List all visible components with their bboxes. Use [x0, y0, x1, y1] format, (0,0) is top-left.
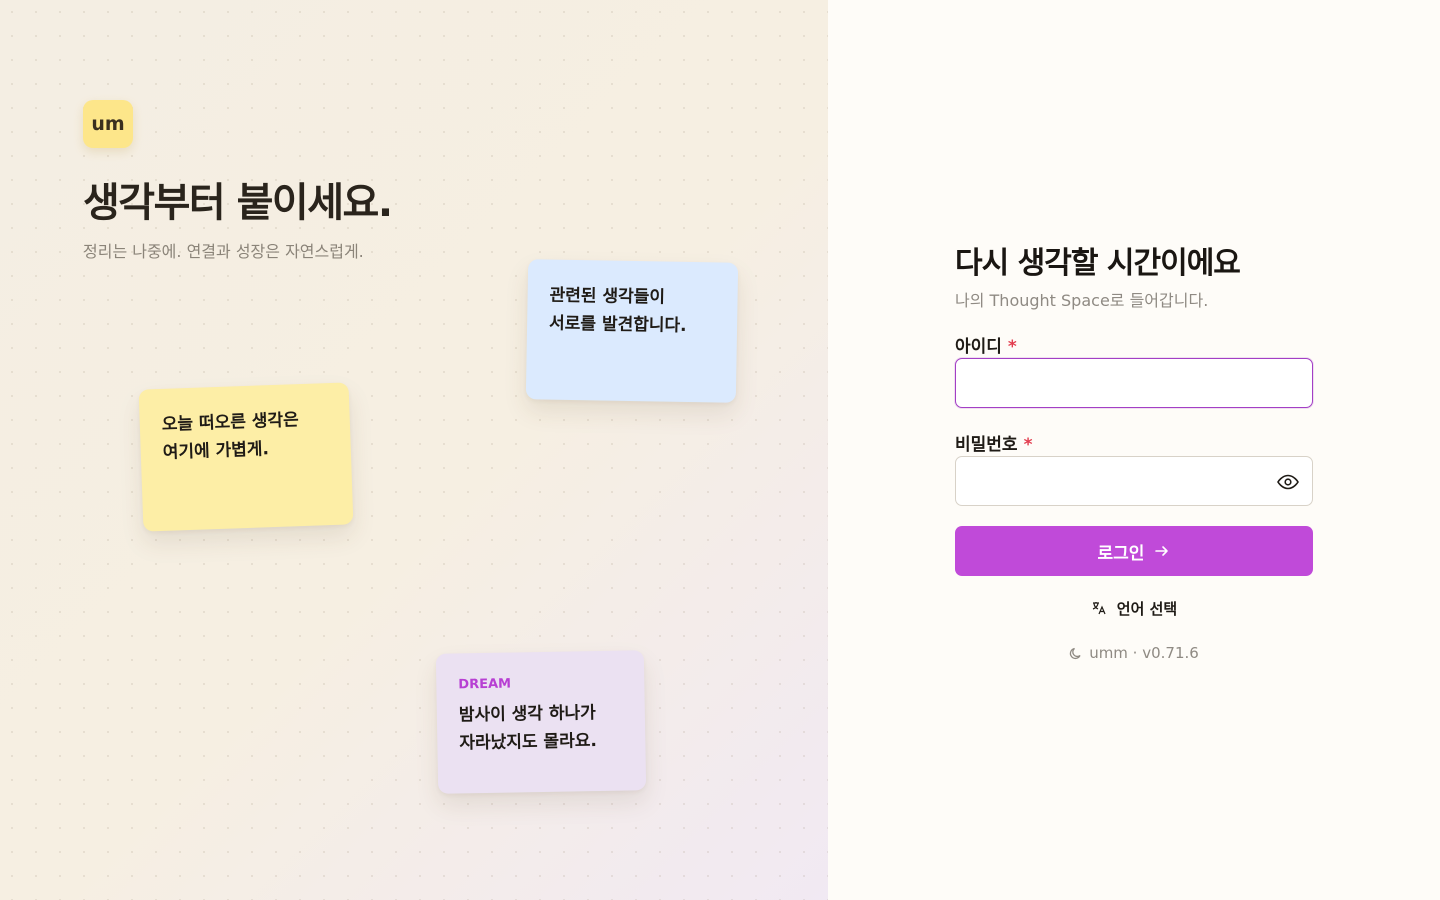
id-input[interactable]	[955, 358, 1313, 408]
password-label: 비밀번호 *	[955, 430, 1032, 455]
language-select-button[interactable]: 언어 선택	[955, 596, 1313, 620]
password-label-text: 비밀번호	[955, 435, 1018, 455]
logo: um	[83, 100, 133, 148]
translate-icon	[1092, 602, 1106, 615]
language-label: 언어 선택	[1116, 599, 1178, 618]
required-mark: *	[1023, 435, 1033, 455]
note-tag: DREAM	[458, 676, 512, 693]
note-line: 여기에 가볍게.	[162, 439, 270, 463]
hero-panel: um 생각부터 붙이세요. 정리는 나중에. 연결과 성장은 자연스럽게. 관련…	[0, 0, 828, 900]
note-line: 서로를 발견합니다.	[548, 313, 687, 336]
id-label: 아이디 *	[955, 332, 1017, 357]
login-title: 다시 생각할 시간이에요	[955, 246, 1241, 281]
moon-icon	[1070, 647, 1081, 660]
toggle-password-visibility[interactable]	[1276, 470, 1300, 494]
logo-text: um	[91, 113, 125, 135]
arrow-right-icon	[1155, 546, 1169, 556]
required-mark: *	[1007, 337, 1017, 357]
id-label-text: 아이디	[955, 337, 1002, 357]
sticky-note-purple: DREAM 밤사이 생각 하나가 자라났지도 몰라요.	[435, 650, 647, 794]
version-info: umm · v0.71.6	[955, 642, 1313, 664]
login-subtitle: 나의 Thought Space로 들어갑니다.	[955, 291, 1209, 310]
sticky-note-blue: 관련된 생각들이 서로를 발견합니다.	[525, 259, 739, 403]
login-button-label: 로그인	[1097, 543, 1145, 564]
sticky-note-yellow: 오늘 떠오른 생각은 여기에 가볍게.	[138, 382, 354, 532]
note-line: 자라났지도 몰라요.	[459, 731, 598, 754]
eye-icon	[1277, 474, 1299, 490]
note-line: 관련된 생각들이	[549, 285, 666, 308]
hero-headline: 생각부터 붙이세요.	[83, 180, 393, 226]
login-panel: 다시 생각할 시간이에요 나의 Thought Space로 들어갑니다. 아이…	[828, 0, 1440, 900]
password-input[interactable]	[955, 456, 1313, 506]
hero-tagline: 정리는 나중에. 연결과 성장은 자연스럽게.	[83, 242, 364, 261]
note-line: 밤사이 생각 하나가	[458, 703, 596, 726]
version-text: umm · v0.71.6	[1089, 644, 1199, 662]
login-button[interactable]: 로그인	[955, 526, 1313, 576]
